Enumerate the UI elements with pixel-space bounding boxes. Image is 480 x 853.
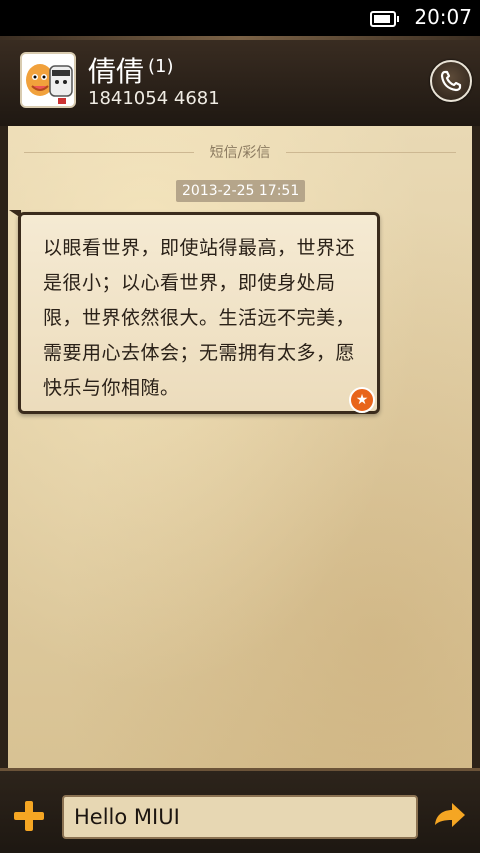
phone-icon <box>440 70 462 92</box>
status-time: 20:07 <box>414 5 472 29</box>
compose-bar <box>0 768 480 853</box>
message-timestamp: 2013-2-25 17:51 <box>176 180 306 202</box>
battery-icon <box>370 11 399 27</box>
divider-line <box>286 152 456 153</box>
contact-phone-number: 1841054 4681 <box>88 88 220 109</box>
send-arrow-icon <box>435 803 465 827</box>
status-bar: 20:07 <box>0 0 480 36</box>
sms-conversation-screen: 20:07 倩倩 (1) 1841054 4681 短信/彩信 2013-2-2… <box>0 0 480 853</box>
star-icon[interactable]: ★ <box>349 387 375 413</box>
conversation-header: 倩倩 (1) 1841054 4681 <box>0 36 480 128</box>
battery-level <box>374 15 390 23</box>
incoming-message-bubble[interactable]: 以眼看世界，即使站得最高，世界还是很小；以心看世界，即使身处局限，世界依然很大。… <box>9 210 380 414</box>
contact-name[interactable]: 倩倩 <box>88 50 144 90</box>
call-button[interactable] <box>430 60 472 102</box>
message-text: 以眼看世界，即使站得最高，世界还是很小；以心看世界，即使身处局限，世界依然很大。… <box>43 237 356 399</box>
contact-avatar[interactable] <box>20 52 76 108</box>
avatar-cartoon-icon <box>22 54 74 106</box>
message-compose-input[interactable] <box>62 795 418 839</box>
thread-type-label: 短信/彩信 <box>209 145 271 161</box>
send-button[interactable] <box>432 799 468 833</box>
divider-line <box>24 152 194 153</box>
plus-icon[interactable] <box>12 799 46 833</box>
unread-count-badge: (1) <box>148 56 174 77</box>
thread-type-divider: 短信/彩信 <box>0 142 480 162</box>
